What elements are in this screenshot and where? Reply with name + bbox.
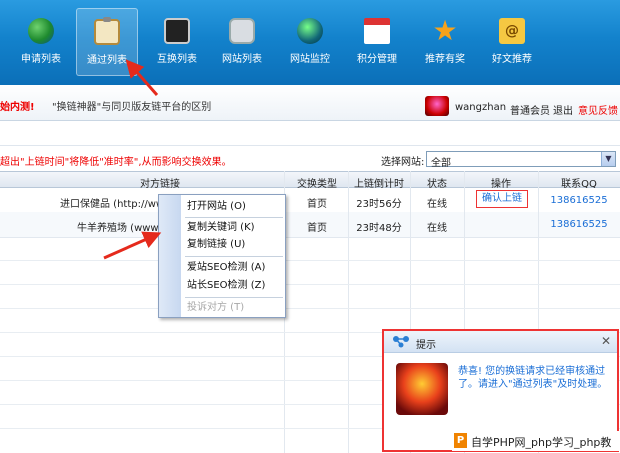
arrow-to-approved-list xyxy=(125,59,159,96)
close-icon[interactable]: ✕ xyxy=(601,334,611,348)
popup-header: 提示 ✕ xyxy=(384,331,617,353)
watermark: P 自学PHP网_php学习_php教 xyxy=(452,431,620,451)
link-logo-icon xyxy=(393,336,409,348)
php-logo-icon: P xyxy=(454,433,467,448)
watermark-text: 自学PHP网_php学习_php教 xyxy=(471,436,612,449)
arrow-to-context-menu xyxy=(103,231,162,260)
popup-title: 提示 xyxy=(416,340,436,351)
popup-mascot-image xyxy=(396,363,448,415)
popup-message[interactable]: 恭喜! 您的换链请求已经审核通过了。请进入"通过列表"及时处理。 xyxy=(458,365,610,391)
